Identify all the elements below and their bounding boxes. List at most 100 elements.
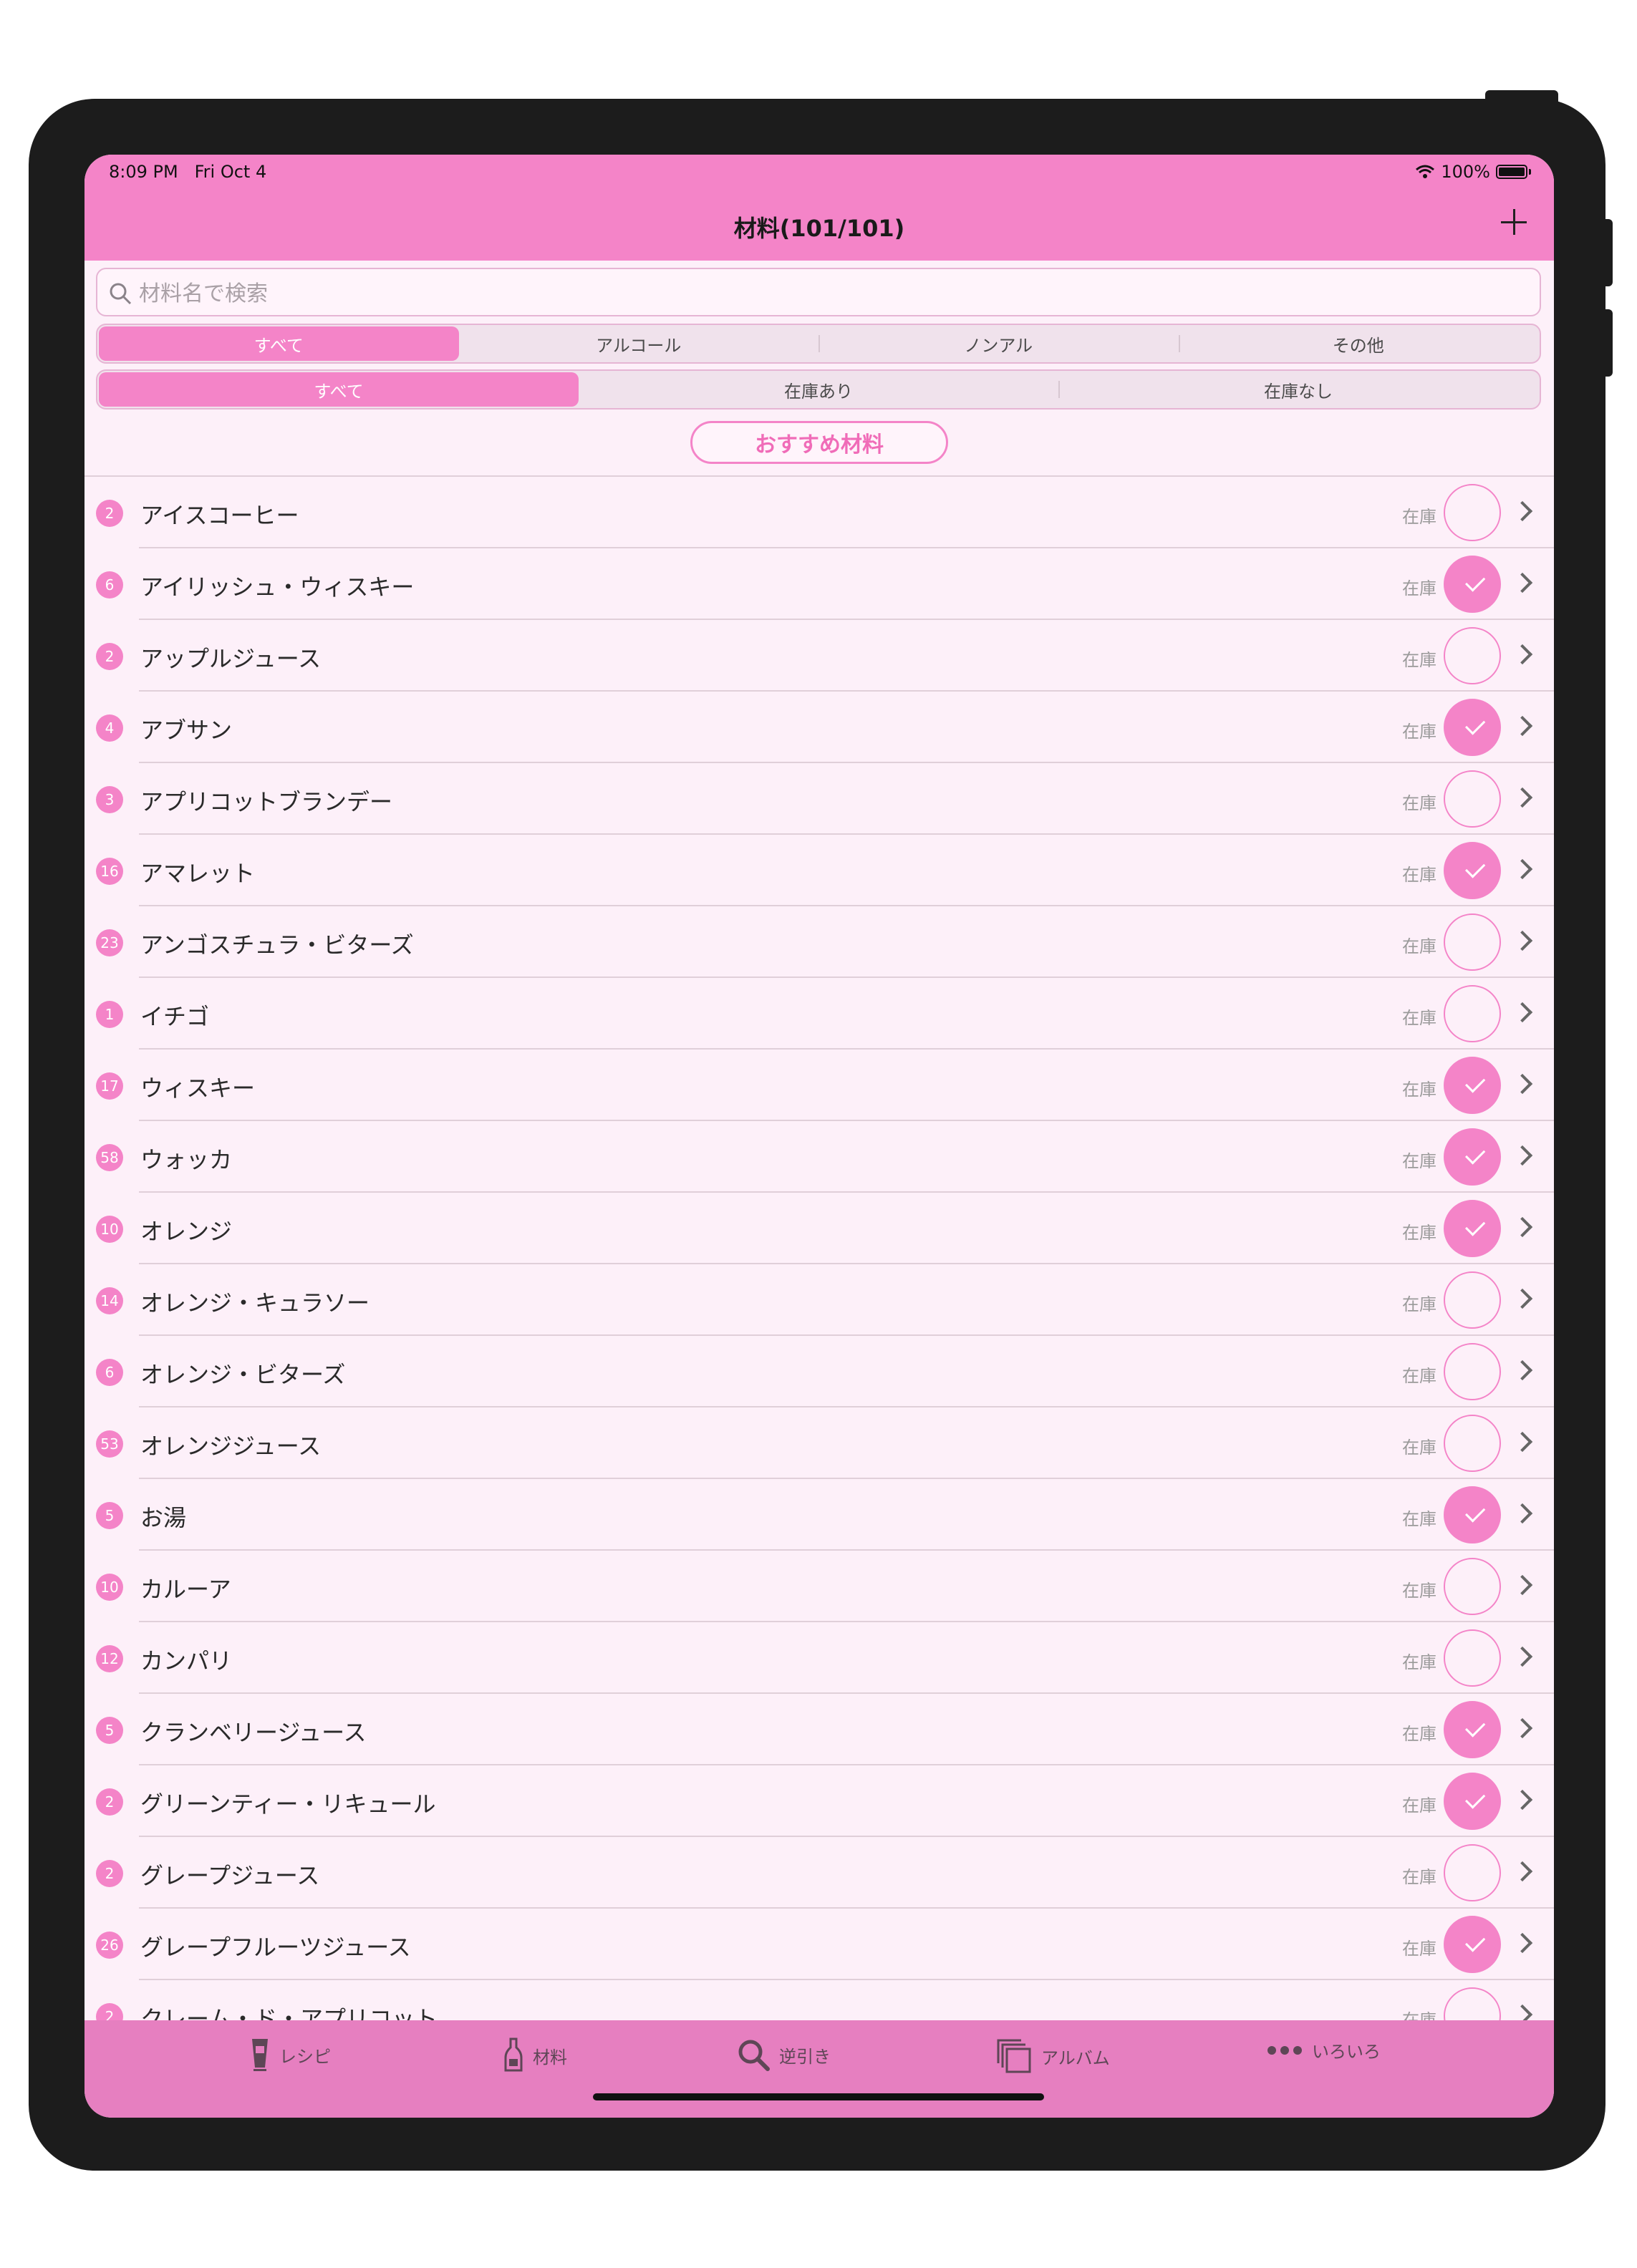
tab-ingredients[interactable]: 材料 xyxy=(503,2037,567,2073)
ingredient-name: アンゴスチュラ・ビターズ xyxy=(140,931,414,959)
tab-more-label: いろいろ xyxy=(1312,2042,1381,2062)
chevron-right-icon xyxy=(1512,1360,1533,1381)
stock-checkbox[interactable] xyxy=(1444,1343,1501,1400)
stock-checkbox[interactable] xyxy=(1444,1057,1501,1114)
ingredient-row[interactable]: 2 グレープジュース 在庫 xyxy=(84,1837,1554,1909)
recipe-count-badge: 5 xyxy=(96,1717,123,1744)
add-ingredient-button[interactable] xyxy=(1498,206,1530,238)
ingredient-row[interactable]: 5 クランベリージュース 在庫 xyxy=(84,1694,1554,1765)
ingredient-name: グレープフルーツジュース xyxy=(140,1934,411,1961)
ingredient-row[interactable]: 14 オレンジ・キュラソー 在庫 xyxy=(84,1264,1554,1336)
ingredient-row[interactable]: 53 オレンジジュース 在庫 xyxy=(84,1407,1554,1479)
ingredient-row[interactable]: 58 ウォッカ 在庫 xyxy=(84,1121,1554,1193)
stock-checkbox[interactable] xyxy=(1444,1486,1501,1544)
chevron-right-icon xyxy=(1512,787,1533,808)
stock-label: 在庫 xyxy=(1402,1366,1436,1386)
search-bar[interactable] xyxy=(96,268,1541,316)
search-input[interactable] xyxy=(137,276,1501,311)
tab-bar: レシピ 材料 逆引き アルバム いろいろ xyxy=(84,2020,1554,2118)
stock-label: 在庫 xyxy=(1402,578,1436,598)
stock-checkbox[interactable] xyxy=(1444,627,1501,684)
stock-checkbox[interactable] xyxy=(1444,770,1501,828)
ingredient-name: オレンジ xyxy=(140,1218,233,1245)
ingredient-row[interactable]: 10 オレンジ 在庫 xyxy=(84,1193,1554,1264)
ingredient-name: お湯 xyxy=(140,1504,187,1531)
ingredient-row[interactable]: 2 グリーンティー・リキュール 在庫 xyxy=(84,1765,1554,1837)
stock-checkbox[interactable] xyxy=(1444,699,1501,756)
stock-checkbox[interactable] xyxy=(1444,1701,1501,1758)
stock-segment-2[interactable]: 在庫なし xyxy=(1058,372,1538,407)
category-segment-2[interactable]: ノンアル xyxy=(818,326,1179,361)
ingredient-row[interactable]: 4 アブサン 在庫 xyxy=(84,692,1554,763)
ingredient-name: グレープジュース xyxy=(140,1862,320,1889)
tab-reverse-search[interactable]: 逆引き xyxy=(736,2037,831,2072)
ingredient-row[interactable]: 2 アップルジュース 在庫 xyxy=(84,620,1554,692)
stock-checkbox[interactable] xyxy=(1444,914,1501,971)
ingredient-row[interactable]: 16 アマレット 在庫 xyxy=(84,835,1554,906)
ingredient-name: ウィスキー xyxy=(140,1075,256,1102)
recipe-count-badge: 53 xyxy=(96,1430,123,1458)
chevron-right-icon xyxy=(1512,1646,1533,1667)
chevron-right-icon xyxy=(1512,1932,1533,1954)
stock-checkbox[interactable] xyxy=(1444,1200,1501,1257)
ingredient-row[interactable]: 6 アイリッシュ・ウィスキー 在庫 xyxy=(84,548,1554,620)
stock-label: 在庫 xyxy=(1402,1151,1436,1171)
battery-icon xyxy=(1496,165,1527,179)
ingredient-row[interactable]: 12 カンパリ 在庫 xyxy=(84,1622,1554,1694)
stock-label: 在庫 xyxy=(1402,1581,1436,1601)
tab-album[interactable]: アルバム xyxy=(995,2037,1110,2075)
stock-segment-0[interactable]: すべて xyxy=(99,372,579,407)
ingredient-list: 2 アイスコーヒー 在庫 6 アイリッシュ・ウィスキー 在庫 2 アップルジュース 在庫 4 アブサ… xyxy=(84,475,1554,2027)
category-segment-3[interactable]: その他 xyxy=(1178,326,1539,361)
chevron-right-icon xyxy=(1512,1145,1533,1166)
recipe-count-badge: 6 xyxy=(96,571,123,598)
stock-checkbox[interactable] xyxy=(1444,1916,1501,1973)
tab-more[interactable]: いろいろ xyxy=(1266,2037,1381,2063)
stock-checkbox[interactable] xyxy=(1444,985,1501,1042)
ingredient-row[interactable]: 1 イチゴ 在庫 xyxy=(84,978,1554,1050)
recipe-count-badge: 2 xyxy=(96,1860,123,1887)
ingredient-row[interactable]: 17 ウィスキー 在庫 xyxy=(84,1050,1554,1121)
chevron-right-icon xyxy=(1512,1789,1533,1811)
stock-checkbox[interactable] xyxy=(1444,556,1501,613)
stock-checkbox[interactable] xyxy=(1444,1271,1501,1329)
chevron-right-icon xyxy=(1512,1717,1533,1739)
ingredient-row[interactable]: 23 アンゴスチュラ・ビターズ 在庫 xyxy=(84,906,1554,978)
stock-checkbox[interactable] xyxy=(1444,842,1501,899)
status-right: 100% xyxy=(1415,162,1531,182)
stock-label: 在庫 xyxy=(1402,1867,1436,1887)
category-segment-1[interactable]: アルコール xyxy=(459,326,819,361)
chevron-right-icon xyxy=(1512,500,1533,522)
tab-recipe[interactable]: レシピ xyxy=(249,2037,331,2072)
ingredient-name: オレンジジュース xyxy=(140,1433,322,1460)
stock-label: 在庫 xyxy=(1402,793,1436,813)
chevron-right-icon xyxy=(1512,1073,1533,1095)
ingredient-name: ウォッカ xyxy=(140,1146,233,1173)
stock-label: 在庫 xyxy=(1402,507,1436,527)
ingredient-row[interactable]: 26 グレープフルーツジュース 在庫 xyxy=(84,1909,1554,1980)
ingredient-row[interactable]: 3 アプリコットブランデー 在庫 xyxy=(84,763,1554,835)
chevron-right-icon xyxy=(1512,1288,1533,1309)
stock-checkbox[interactable] xyxy=(1444,1629,1501,1687)
category-segment-0[interactable]: すべて xyxy=(99,326,459,361)
recommended-ingredients-button[interactable]: おすすめ材料 xyxy=(690,421,948,464)
stock-checkbox[interactable] xyxy=(1444,1773,1501,1830)
recipe-count-badge: 6 xyxy=(96,1359,123,1386)
ingredient-row[interactable]: 6 オレンジ・ビターズ 在庫 xyxy=(84,1336,1554,1407)
chevron-right-icon xyxy=(1512,1002,1533,1023)
stock-label: 在庫 xyxy=(1402,1008,1436,1028)
stock-segment-1[interactable]: 在庫あり xyxy=(579,372,1058,407)
stock-checkbox[interactable] xyxy=(1444,1128,1501,1186)
stock-checkbox[interactable] xyxy=(1444,1844,1501,1901)
ingredient-row[interactable]: 5 お湯 在庫 xyxy=(84,1479,1554,1551)
stock-filter: すべて 在庫あり 在庫なし xyxy=(96,369,1541,410)
ingredient-name: アップルジュース xyxy=(140,645,322,672)
stock-checkbox[interactable] xyxy=(1444,1558,1501,1615)
tab-recipe-label: レシピ xyxy=(279,2046,331,2067)
ingredient-name: オレンジ・キュラソー xyxy=(140,1289,370,1317)
ingredient-row[interactable]: 2 アイスコーヒー 在庫 xyxy=(84,477,1554,548)
stock-checkbox[interactable] xyxy=(1444,484,1501,541)
stock-checkbox[interactable] xyxy=(1444,1415,1501,1472)
ingredient-row[interactable]: 10 カルーア 在庫 xyxy=(84,1551,1554,1622)
stock-label: 在庫 xyxy=(1402,1080,1436,1100)
